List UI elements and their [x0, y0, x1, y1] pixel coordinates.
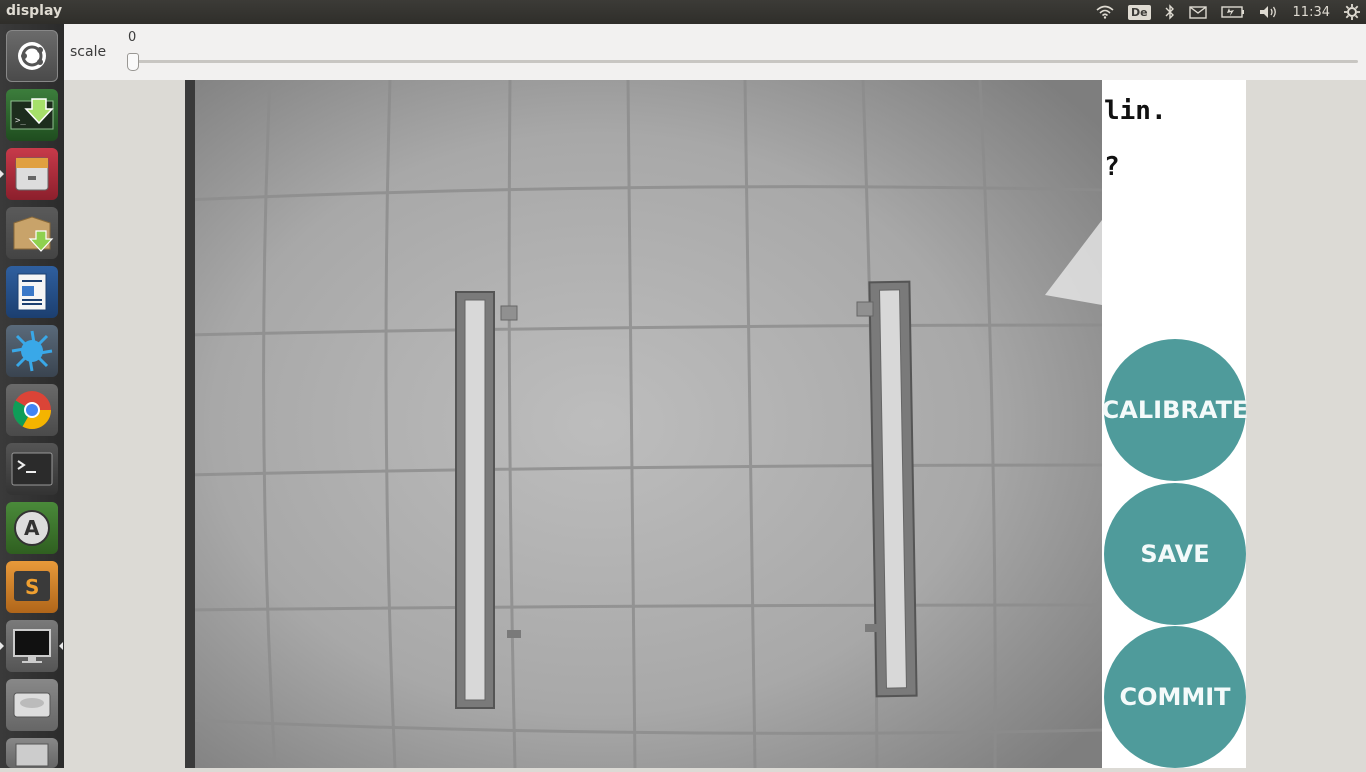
- scale-slider-track[interactable]: [130, 60, 1358, 63]
- commit-button[interactable]: COMMIT: [1104, 626, 1246, 768]
- software-updater-icon[interactable]: A: [6, 502, 58, 554]
- disk-drive-icon[interactable]: [6, 679, 58, 731]
- window-title: display: [6, 3, 63, 19]
- libreoffice-writer-icon[interactable]: [6, 266, 58, 318]
- bluetooth-icon[interactable]: [1165, 0, 1175, 24]
- ubuntu-dash-icon[interactable]: [6, 30, 58, 82]
- scale-label: scale: [70, 44, 107, 60]
- paint-splash-icon[interactable]: [6, 325, 58, 377]
- calibrate-button[interactable]: CALIBRATE: [1102, 339, 1248, 481]
- svg-text:>_: >_: [15, 116, 26, 126]
- running-indicator: [0, 642, 4, 650]
- sublime-text-icon[interactable]: S: [6, 561, 58, 613]
- camera-feed: [185, 80, 1102, 768]
- svg-text:S: S: [25, 575, 39, 599]
- keyboard-layout-label: De: [1127, 4, 1151, 20]
- running-indicator: [0, 170, 4, 178]
- chrome-icon[interactable]: [6, 384, 58, 436]
- mail-icon[interactable]: [1188, 0, 1207, 24]
- status-line-1: lin.: [1104, 96, 1167, 126]
- wifi-icon[interactable]: [1096, 0, 1114, 24]
- scale-value: 0: [128, 30, 137, 45]
- status-line-2: ?: [1104, 152, 1120, 182]
- display-window: scale 0 lin. ? CALIBRATE SAVE COMMIT: [64, 24, 1366, 768]
- control-panel: lin. ? CALIBRATE SAVE COMMIT: [1102, 80, 1248, 768]
- terminal-icon[interactable]: [6, 443, 58, 495]
- clock[interactable]: 11:34: [1293, 0, 1330, 24]
- settings-gear-icon[interactable]: [1344, 0, 1360, 24]
- volume-icon[interactable]: [1259, 0, 1279, 24]
- svg-text:A: A: [24, 516, 40, 540]
- keyboard-layout-indicator[interactable]: De: [1127, 0, 1151, 24]
- display-app-icon[interactable]: [6, 620, 58, 672]
- top-panel: display De 11:34: [0, 0, 1366, 24]
- archive-manager-icon[interactable]: [6, 207, 58, 259]
- battery-icon[interactable]: [1220, 0, 1245, 24]
- scale-toolbar: scale 0: [64, 24, 1366, 80]
- ceiling-image: [185, 80, 1102, 768]
- file-manager-icon[interactable]: [6, 148, 58, 200]
- installer-icon[interactable]: >_: [6, 89, 58, 141]
- launcher: >_ A S: [0, 24, 65, 768]
- focused-indicator: [59, 642, 63, 650]
- trash-icon[interactable]: [6, 738, 58, 768]
- indicator-area: De 11:34: [1096, 0, 1360, 24]
- save-button[interactable]: SAVE: [1104, 483, 1246, 625]
- scale-slider-thumb[interactable]: [127, 53, 139, 71]
